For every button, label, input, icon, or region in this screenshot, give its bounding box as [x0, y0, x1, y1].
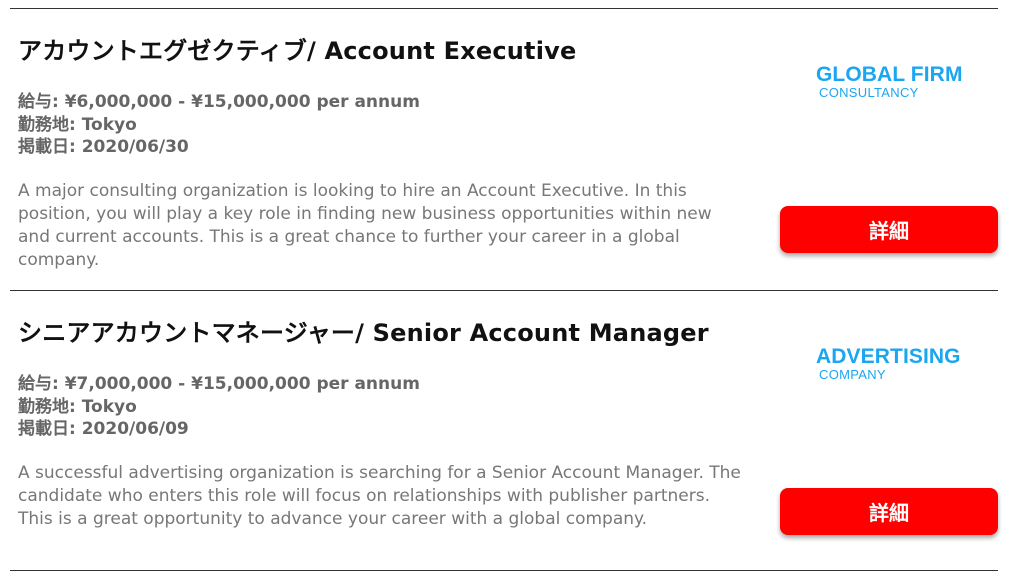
company-logo-subtitle: CONSULTANCY — [819, 85, 919, 100]
job-posted-date: 掲載日: 2020/06/30 — [18, 137, 189, 157]
job-salary: 給与: ¥7,000,000 - ¥15,000,000 per annum — [18, 374, 420, 394]
job-salary: 給与: ¥6,000,000 - ¥15,000,000 per annum — [18, 92, 420, 112]
job-description: A successful advertising organization is… — [18, 463, 741, 529]
job-meta: 給与: ¥6,000,000 - ¥15,000,000 per annum 勤… — [18, 91, 420, 159]
company-logo-subtitle: COMPANY — [819, 367, 886, 382]
job-location: 勤務地: Tokyo — [18, 396, 137, 417]
job-card: アカウントエグゼクティブ/ Account Executive 給与: ¥6,0… — [10, 9, 998, 290]
company-logo: ADVERTISING COMPANY — [816, 345, 961, 382]
company-logo-name: GLOBAL FIRM — [816, 63, 963, 86]
details-button[interactable]: 詳細 — [780, 488, 998, 535]
company-logo: GLOBAL FIRM CONSULTANCY — [816, 63, 963, 100]
job-description: A major consulting organization is looki… — [18, 181, 712, 270]
job-title[interactable]: シニアアカウントマネージャー/ Senior Account Manager — [18, 313, 709, 348]
job-location: 勤務地: Tokyo — [18, 114, 137, 135]
job-meta: 給与: ¥7,000,000 - ¥15,000,000 per annum 勤… — [18, 373, 420, 441]
divider-bottom — [10, 570, 998, 571]
company-logo-name: ADVERTISING — [816, 345, 961, 368]
details-button[interactable]: 詳細 — [780, 206, 998, 253]
job-title[interactable]: アカウントエグゼクティブ/ Account Executive — [18, 31, 576, 66]
job-posted-date: 掲載日: 2020/06/09 — [18, 419, 189, 439]
job-card: シニアアカウントマネージャー/ Senior Account Manager 給… — [10, 291, 998, 572]
